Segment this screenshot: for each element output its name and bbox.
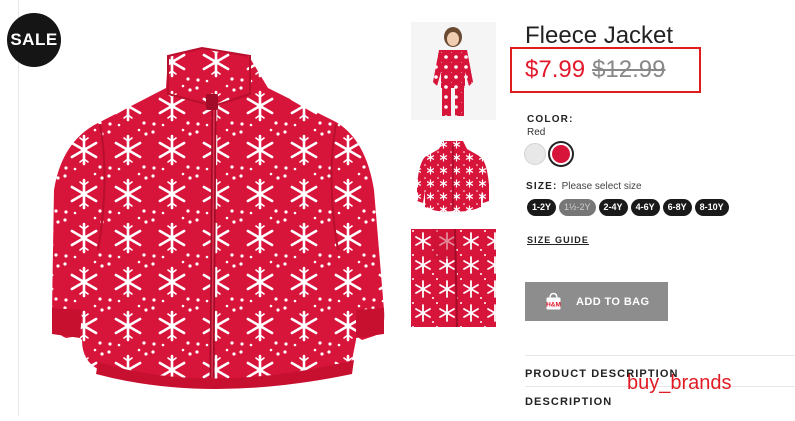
price-row: $7.99 $12.99 — [525, 56, 665, 84]
section-divider — [525, 355, 795, 356]
thumbnail-model[interactable] — [411, 22, 496, 120]
watermark-text: buy_brands — [627, 372, 732, 394]
color-label: COLOR: — [527, 114, 574, 125]
size-option-2-4y[interactable]: 2-4Y — [598, 199, 628, 216]
original-price: $12.99 — [592, 56, 666, 83]
color-swatch-red[interactable] — [550, 143, 572, 165]
size-guide-link[interactable]: SIZE GUIDE — [527, 235, 589, 245]
add-to-bag-label: ADD TO BAG — [576, 295, 650, 308]
sale-badge-label: SALE — [10, 30, 58, 49]
color-swatch-grey[interactable] — [524, 143, 546, 165]
thumbnail-jacket-front[interactable] — [411, 125, 496, 223]
size-options: 1-2Y 1½-2Y 2-4Y 4-6Y 6-8Y 8-10Y — [527, 199, 729, 216]
shopping-bag-icon: H&M — [544, 292, 563, 311]
size-option-1-5-2y[interactable]: 1½-2Y — [559, 199, 596, 216]
bag-icon-brand: H&M — [546, 302, 561, 309]
description-heading[interactable]: DESCRIPTION — [525, 396, 612, 408]
product-title: Fleece Jacket — [525, 22, 674, 49]
size-hint: Please select size — [561, 181, 642, 192]
selected-color-name: Red — [527, 127, 546, 138]
thumbnail-fabric-detail[interactable] — [411, 229, 496, 327]
add-to-bag-button[interactable]: H&M ADD TO BAG — [525, 282, 668, 321]
size-label: SIZE: — [526, 181, 558, 192]
size-option-6-8y[interactable]: 6-8Y — [662, 199, 692, 216]
sale-price: $7.99 — [525, 56, 586, 83]
size-option-1-2y[interactable]: 1-2Y — [527, 199, 557, 216]
sale-badge: SALE — [7, 13, 61, 67]
size-row: SIZE: Please select size — [526, 181, 642, 192]
size-option-4-6y[interactable]: 4-6Y — [630, 199, 660, 216]
size-option-8-10y[interactable]: 8-10Y — [694, 199, 729, 216]
main-product-image — [18, 40, 398, 416]
